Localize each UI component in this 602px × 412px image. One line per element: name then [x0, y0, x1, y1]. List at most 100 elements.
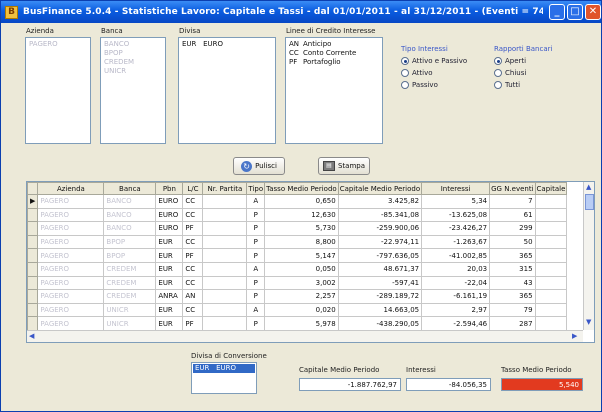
table-cell[interactable] — [534, 261, 568, 277]
table-cell[interactable]: P — [246, 289, 266, 304]
table-cell[interactable] — [534, 275, 568, 291]
divisa-conversione-list[interactable]: EUR EURO — [191, 362, 257, 394]
table-cell[interactable]: EUR — [155, 316, 184, 331]
table-cell[interactable]: 5,147 — [264, 248, 339, 263]
table-cell[interactable]: -438.290,05 — [337, 316, 423, 331]
table-cell[interactable] — [534, 248, 568, 263]
table-cell[interactable]: P — [246, 316, 266, 331]
table-cell[interactable]: CC — [182, 194, 204, 209]
table-cell[interactable]: -597,41 — [337, 275, 423, 291]
table-cell[interactable] — [534, 194, 568, 209]
table-cell[interactable]: CREDEM — [103, 261, 157, 277]
divisa-list[interactable]: EUR EURO — [178, 37, 276, 144]
table-cell[interactable]: 20,03 — [421, 261, 491, 277]
table-cell[interactable]: CC — [182, 261, 204, 277]
radio-dot[interactable] — [401, 69, 409, 77]
table-cell[interactable]: 299 — [489, 221, 536, 236]
column-header[interactable]: L/C — [182, 182, 204, 195]
table-row[interactable]: PAGERO UNICR EUR CC A 0,020 14.663,05 2,97 79 — [27, 302, 568, 318]
table-cell[interactable]: EUR — [155, 261, 184, 277]
table-cell[interactable]: A — [246, 261, 266, 277]
radio-dot-selected[interactable] — [494, 57, 502, 65]
table-cell[interactable]: PAGERO — [37, 289, 105, 304]
table-cell[interactable]: EUR — [155, 248, 184, 263]
scroll-down-icon[interactable]: ▼ — [586, 318, 591, 326]
close-button[interactable]: ✕ — [585, 4, 601, 20]
table-cell[interactable]: EUR — [155, 275, 184, 291]
table-cell[interactable]: EUR — [155, 234, 184, 250]
table-cell[interactable]: -23.426,27 — [421, 221, 491, 236]
table-cell[interactable] — [202, 275, 248, 291]
table-cell[interactable]: 0,020 — [264, 302, 339, 318]
scroll-right-icon[interactable]: ▶ — [572, 332, 577, 340]
list-item-selected[interactable]: EUR EURO — [193, 364, 255, 373]
table-cell[interactable] — [202, 289, 248, 304]
table-cell[interactable]: -1.263,67 — [421, 234, 491, 250]
table-cell[interactable]: 5,34 — [421, 194, 491, 209]
radio-passivo[interactable]: Passivo — [401, 81, 438, 89]
table-cell[interactable]: 365 — [489, 248, 536, 263]
azienda-list[interactable]: PAGERO — [25, 37, 91, 144]
table-cell[interactable]: PF — [182, 221, 204, 236]
table-cell[interactable]: EURO — [155, 207, 184, 223]
table-cell[interactable]: PAGERO — [37, 261, 105, 277]
list-item[interactable]: CC Conto Corrente — [289, 49, 379, 58]
table-cell[interactable]: PF — [182, 316, 204, 331]
table-cell[interactable]: ANRA — [155, 289, 184, 304]
table-cell[interactable]: PAGERO — [37, 234, 105, 250]
list-item[interactable]: PAGERO — [29, 40, 87, 49]
table-cell[interactable]: CREDEM — [103, 289, 157, 304]
table-cell[interactable]: 2,257 — [264, 289, 339, 304]
linee-credito-list[interactable]: AN Anticipo CC Conto Corrente PF Portafogli… — [285, 37, 383, 144]
table-cell[interactable]: 79 — [489, 302, 536, 318]
table-cell[interactable]: EURO — [155, 194, 184, 209]
column-header[interactable]: GG N.eventi — [489, 182, 536, 195]
row-indicator[interactable] — [27, 302, 39, 318]
table-cell[interactable]: P — [246, 248, 266, 263]
table-cell[interactable]: CC — [182, 207, 204, 223]
table-cell[interactable]: -85.341,08 — [337, 207, 423, 223]
table-row[interactable]: ▶ PAGERO BANCO EURO CC A 0,650 3.425,82 5,34 7 — [27, 194, 568, 209]
table-cell[interactable]: -259.900,06 — [337, 221, 423, 236]
table-row[interactable]: PAGERO BANCO EURO PF P 5,730 -259.900,06 -23.42… — [27, 221, 568, 236]
table-cell[interactable]: 8,800 — [264, 234, 339, 250]
table-cell[interactable]: UNICR — [103, 302, 157, 318]
column-header[interactable]: Nr. Partita — [202, 182, 248, 195]
table-cell[interactable]: BPOP — [103, 234, 157, 250]
table-cell[interactable]: PAGERO — [37, 302, 105, 318]
table-cell[interactable]: EURO — [155, 221, 184, 236]
table-cell[interactable] — [202, 248, 248, 263]
table-cell[interactable] — [202, 302, 248, 318]
row-indicator[interactable] — [27, 275, 39, 291]
table-cell[interactable]: 365 — [489, 289, 536, 304]
list-item[interactable]: AN Anticipo — [289, 40, 379, 49]
table-cell[interactable]: 61 — [489, 207, 536, 223]
table-cell[interactable]: -41.002,85 — [421, 248, 491, 263]
radio-dot[interactable] — [494, 81, 502, 89]
column-header[interactable]: Pbn — [155, 182, 184, 195]
table-cell[interactable]: 48.671,37 — [337, 261, 423, 277]
table-row[interactable]: PAGERO BPOP EUR CC P 8,800 -22.974,11 -1.263,67… — [27, 234, 568, 250]
table-cell[interactable] — [202, 316, 248, 331]
title-bar[interactable]: B BusFinance 5.0.4 - Statistiche Lavoro:… — [1, 1, 601, 23]
table-cell[interactable]: AN — [182, 289, 204, 304]
table-cell[interactable]: -13.625,08 — [421, 207, 491, 223]
radio-attivo[interactable]: Attivo — [401, 69, 433, 77]
table-cell[interactable]: -22,04 — [421, 275, 491, 291]
radio-chiusi[interactable]: Chiusi — [494, 69, 526, 77]
table-row[interactable]: PAGERO CREDEM ANRA AN P 2,257 -289.189,72 -6.16… — [27, 289, 568, 304]
table-cell[interactable]: -289.189,72 — [337, 289, 423, 304]
table-cell[interactable]: PF — [182, 248, 204, 263]
column-header[interactable]: Capitale Medio Periodo — [337, 182, 423, 195]
banca-list[interactable]: BANCO BPOP CREDEM UNICR — [100, 37, 166, 144]
row-indicator[interactable] — [27, 221, 39, 236]
list-item[interactable]: BANCO — [104, 40, 162, 49]
list-item[interactable]: EUR EURO — [182, 40, 272, 49]
row-indicator[interactable] — [27, 234, 39, 250]
table-cell[interactable]: 2,97 — [421, 302, 491, 318]
scroll-thumb[interactable] — [585, 194, 594, 210]
radio-dot[interactable] — [401, 81, 409, 89]
table-row[interactable]: PAGERO UNICR EUR PF P 5,978 -438.290,05 -2.594,… — [27, 316, 568, 331]
table-row[interactable]: PAGERO BPOP EUR PF P 5,147 -797.636,05 -41.002,… — [27, 248, 568, 263]
table-cell[interactable]: CREDEM — [103, 275, 157, 291]
